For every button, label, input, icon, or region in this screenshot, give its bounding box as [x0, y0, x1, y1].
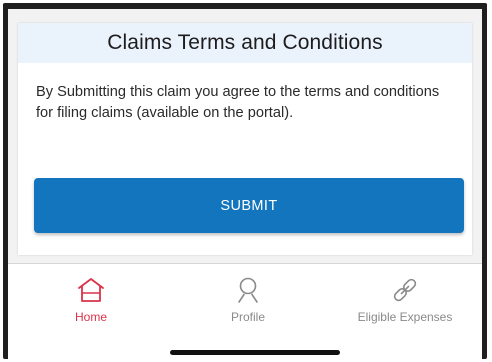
tab-home[interactable]: Home [16, 264, 166, 336]
card-title: Claims Terms and Conditions [107, 31, 383, 54]
submit-button[interactable]: SUBMIT [34, 178, 464, 233]
terms-text: By Submitting this claim you agree to th… [36, 84, 440, 121]
app-screen: Claims Terms and Conditions By Submittin… [8, 9, 482, 359]
tab-eligible-expenses-label: Eligible Expenses [357, 310, 453, 324]
tab-eligible-expenses[interactable]: Eligible Expenses [328, 264, 482, 336]
tab-bar: Home Profile Eligible Expenses [8, 264, 482, 359]
profile-icon [238, 277, 258, 303]
home-icon [78, 278, 104, 302]
home-indicator [170, 350, 340, 355]
card-header: Claims Terms and Conditions [18, 23, 472, 63]
tab-profile-label: Profile [230, 310, 265, 324]
terms-card: Claims Terms and Conditions By Submittin… [18, 23, 472, 255]
tab-profile[interactable]: Profile [174, 264, 322, 336]
tab-home-label: Home [74, 310, 107, 324]
link-icon [393, 278, 417, 302]
device-frame: Claims Terms and Conditions By Submittin… [3, 3, 487, 359]
